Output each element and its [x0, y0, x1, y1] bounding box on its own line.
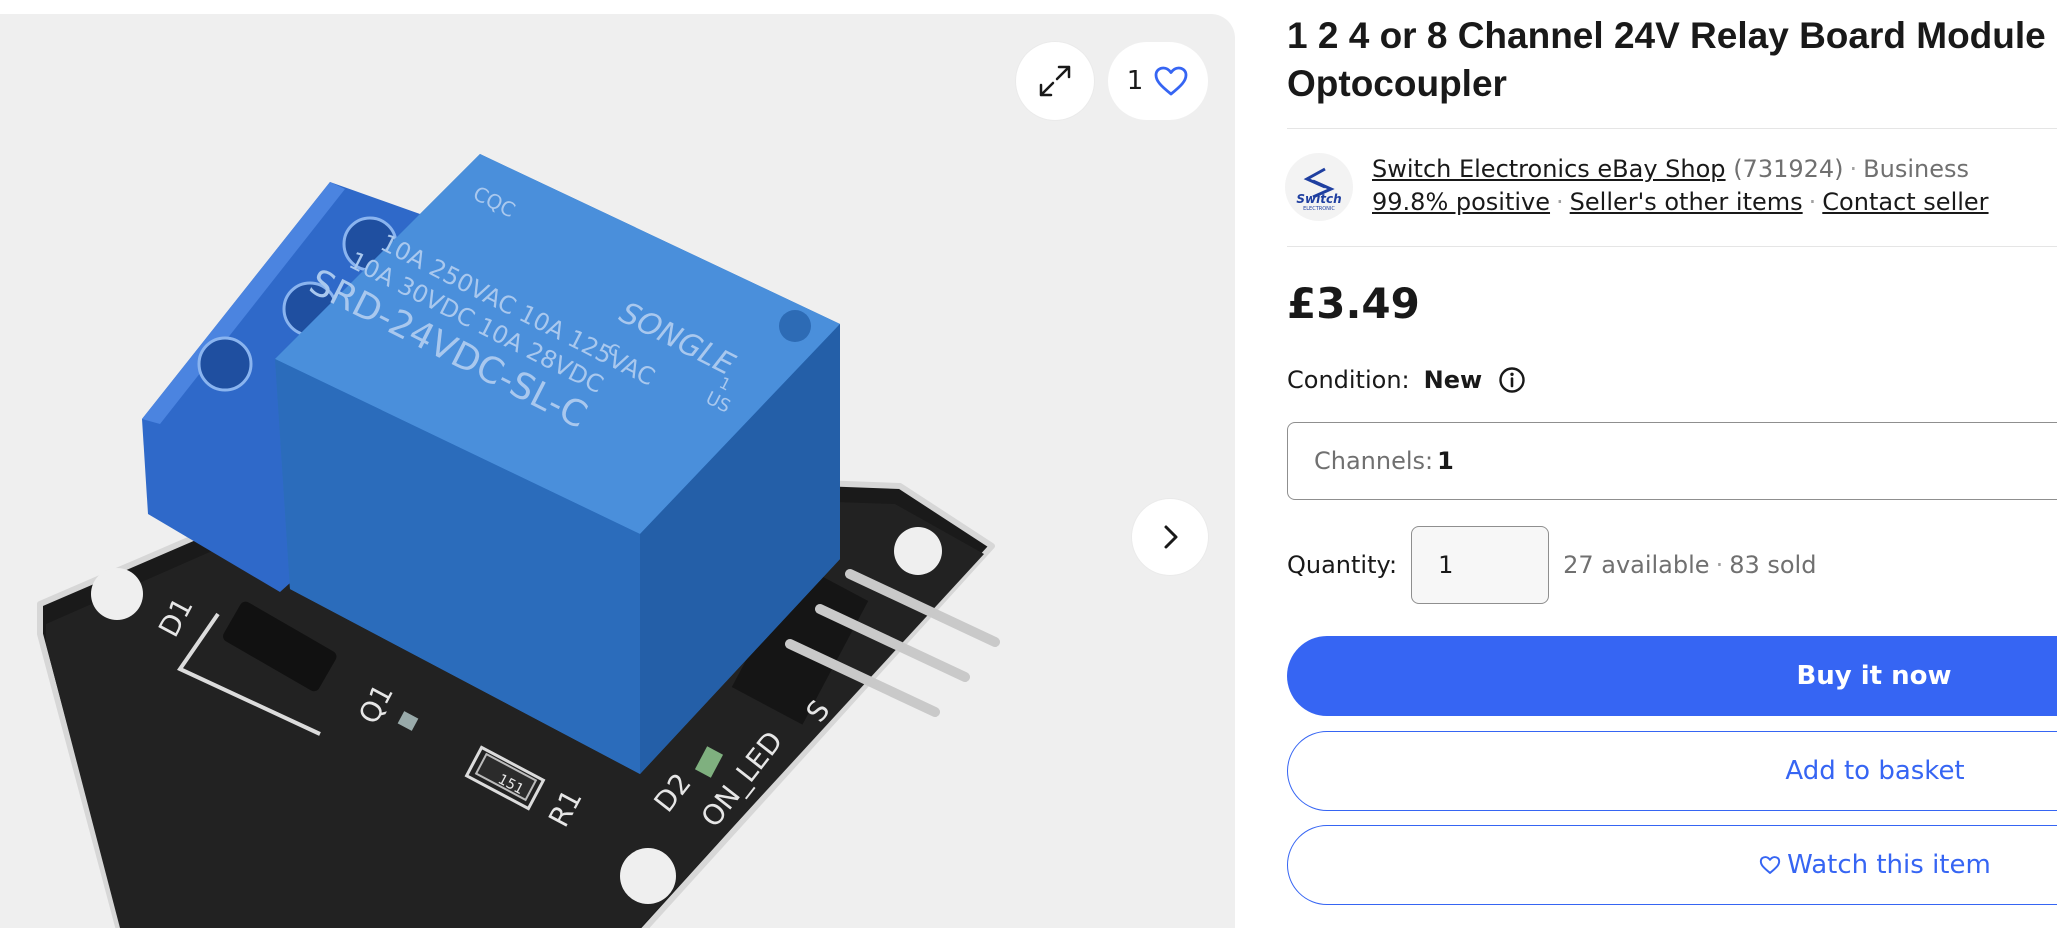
add-to-basket-button[interactable]: Add to basket	[1287, 731, 2057, 811]
condition-value: New	[1423, 366, 1483, 394]
listing-title: 1 2 4 or 8 Channel 24V Relay Board Modul…	[1287, 15, 2046, 104]
divider	[1287, 246, 2057, 247]
buy-it-now-button[interactable]: Buy it now	[1287, 636, 2057, 716]
separator-dot: ·	[1556, 188, 1564, 216]
seller-name-link[interactable]: Switch Electronics eBay Shop	[1372, 155, 1726, 183]
seller-logo-text: Switch	[1296, 192, 1341, 206]
condition-row: Condition: New	[1287, 362, 1526, 398]
seller-info-row: Switch Electronics eBay Shop (731924) · Bu…	[1372, 153, 1969, 185]
watch-count: 1	[1126, 66, 1144, 96]
heart-outline-icon	[1760, 856, 1781, 874]
seller-other-items-link[interactable]: Seller's other items	[1570, 188, 1803, 216]
buy-it-now-label: Buy it now	[1796, 661, 1952, 691]
available-count: 27 available	[1563, 551, 1710, 579]
channels-value: 1	[1437, 447, 1454, 475]
separator-dot: ·	[1715, 551, 1724, 579]
channels-select[interactable]: Channels: 1	[1287, 422, 2057, 500]
listing-page: SONGLE CQC 10A 250VAC 10A 125VAC 10A 30V…	[0, 0, 2057, 928]
sold-count: 83 sold	[1729, 551, 1817, 579]
seller-logo-graphic: Switch ELECTRONIC	[1296, 167, 1342, 212]
contact-seller-link[interactable]: Contact seller	[1822, 188, 1988, 216]
product-image[interactable]: SONGLE CQC 10A 250VAC 10A 125VAC 10A 30V…	[0, 14, 1235, 928]
image-gallery: SONGLE CQC 10A 250VAC 10A 125VAC 10A 30V…	[0, 14, 1235, 928]
seller-logo-subtext: ELECTRONIC	[1303, 206, 1335, 212]
heart-outline-icon	[1154, 66, 1188, 96]
condition-label: Condition:	[1287, 366, 1410, 394]
add-to-basket-label: Add to basket	[1785, 756, 1965, 786]
watch-item-button[interactable]: Watch this item	[1287, 825, 2057, 905]
channels-label: Channels:	[1314, 447, 1434, 475]
quantity-input[interactable]	[1411, 526, 1550, 604]
seller-feedback-count: (731924)	[1733, 155, 1844, 183]
expand-icon	[1039, 65, 1071, 97]
info-icon[interactable]	[1498, 366, 1526, 394]
next-image-button[interactable]	[1132, 499, 1208, 575]
divider	[1287, 128, 2057, 129]
watch-count-button[interactable]: 1	[1108, 42, 1208, 120]
expand-button[interactable]	[1016, 42, 1094, 120]
chevron-right-icon	[1164, 525, 1178, 549]
item-price: £3.49	[1287, 279, 1420, 328]
seller-links-row: 99.8% positive · Seller's other items · Cont…	[1372, 186, 1989, 218]
watch-item-label: Watch this item	[1787, 850, 1991, 880]
separator-dot: ·	[1849, 155, 1858, 183]
quantity-label: Quantity:	[1287, 551, 1398, 579]
seller-type: Business	[1863, 155, 1970, 183]
separator-dot: ·	[1808, 188, 1817, 216]
seller-logo[interactable]: Switch ELECTRONIC	[1285, 153, 1353, 221]
quantity-row: Quantity: 27 available·83 sold	[1287, 526, 1816, 604]
availability-text: 27 available · 83 sold	[1563, 551, 1816, 579]
seller-positive-link[interactable]: 99.8% positive	[1372, 188, 1550, 216]
